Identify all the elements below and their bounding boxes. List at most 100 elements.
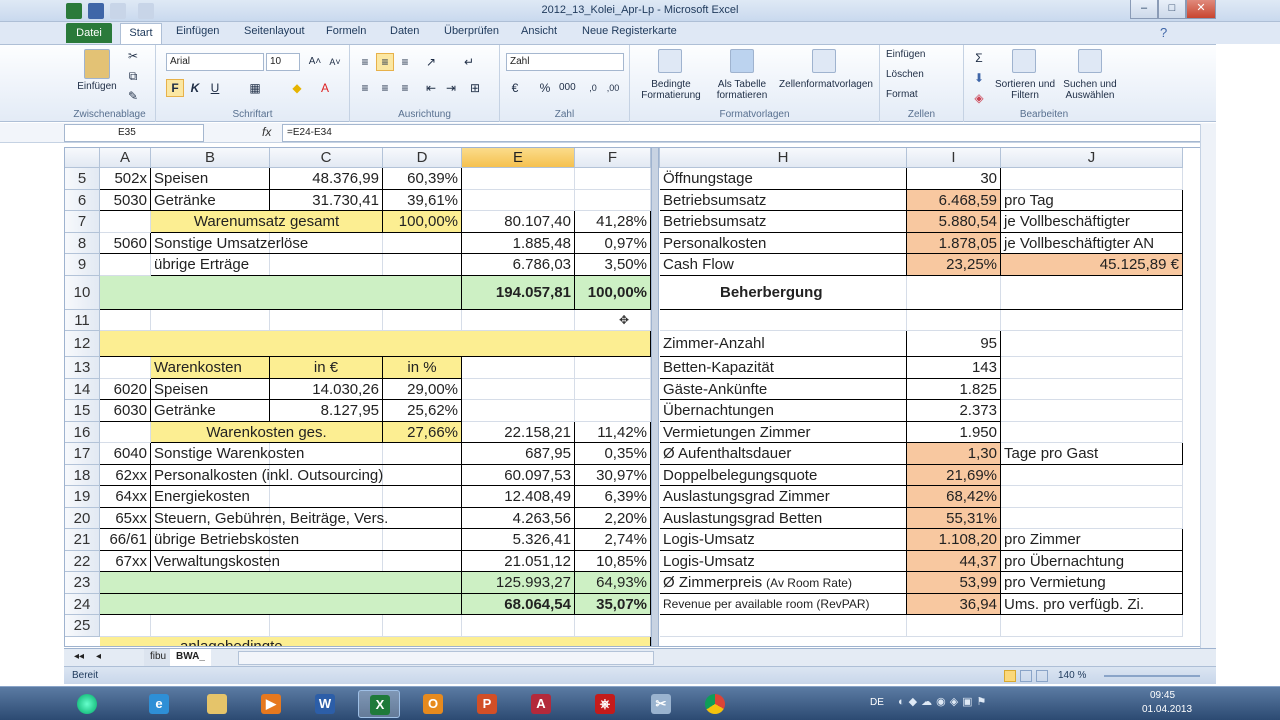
cell-i17[interactable]: 1,30 — [907, 443, 1001, 465]
grid-cell[interactable] — [100, 254, 151, 276]
align-left-icon[interactable]: ≡ — [356, 79, 374, 97]
grid-cell[interactable] — [100, 421, 151, 443]
grid-cell[interactable] — [100, 615, 151, 637]
cell-i8[interactable]: 1.878,05 — [907, 232, 1001, 254]
align-middle-icon[interactable]: ≡ — [376, 53, 394, 71]
cell-h5[interactable]: Öffnungstage — [660, 168, 907, 190]
cell-d5[interactable]: 60,39% — [383, 168, 462, 190]
grid-cell[interactable] — [100, 357, 151, 379]
cell-f20[interactable]: 2,20% — [575, 507, 651, 529]
cell-e24[interactable]: 68.064,54 — [462, 593, 575, 615]
cell-e20[interactable]: 4.263,56 — [462, 507, 575, 529]
cell-h10[interactable]: Beherbergung — [660, 275, 1183, 310]
font-name-combo[interactable]: Arial — [166, 53, 264, 71]
language-indicator[interactable]: DE — [870, 697, 884, 708]
grid-cell[interactable] — [462, 378, 575, 400]
cell-f8[interactable]: 0,97% — [575, 232, 651, 254]
grid-cell[interactable] — [462, 400, 575, 422]
horizontal-scrollbar[interactable] — [238, 651, 654, 665]
insert-cells-button[interactable]: Einfügen — [886, 49, 958, 60]
decrease-decimal-icon[interactable]: ,00 — [604, 79, 622, 97]
row-header-14[interactable]: 14 — [65, 378, 100, 400]
cell-b15[interactable]: Getränke — [151, 400, 270, 422]
row-header-17[interactable]: 17 — [65, 443, 100, 465]
fill-icon[interactable]: ⬇ — [970, 69, 988, 87]
cell-b26[interactable]: anlagebedingte — [100, 636, 651, 646]
cell-b6[interactable]: Getränke — [151, 189, 270, 211]
row-header-21[interactable]: 21 — [65, 529, 100, 551]
cell-h15[interactable]: Übernachtungen — [660, 400, 907, 422]
cell-e19[interactable]: 12.408,49 — [462, 486, 575, 508]
cell-j6[interactable]: pro Tag — [1001, 189, 1183, 211]
bold-button[interactable]: F — [166, 79, 184, 97]
cell-e7[interactable]: 80.107,40 — [462, 211, 575, 233]
grid-cell[interactable] — [575, 309, 651, 331]
cell-h17[interactable]: Ø Aufenthaltsdauer — [660, 443, 907, 465]
cell-d13[interactable]: in % — [383, 357, 462, 379]
row-header-20[interactable]: 20 — [65, 507, 100, 529]
maximize-button[interactable]: □ — [1158, 0, 1186, 19]
increase-indent-icon[interactable]: ⇥ — [442, 79, 460, 97]
cell-h24[interactable]: Revenue per available room (RevPAR) — [660, 593, 907, 615]
clock-time[interactable]: 09:45 — [1150, 690, 1175, 701]
grid-cell[interactable] — [1001, 168, 1183, 190]
cell-i20[interactable]: 55,31% — [907, 507, 1001, 529]
cell-j8[interactable]: je Vollbeschäftigter AN — [1001, 232, 1183, 254]
row-header-19[interactable]: 19 — [65, 486, 100, 508]
row-header-10[interactable]: 10 — [65, 275, 100, 310]
grid-cell[interactable] — [1001, 421, 1183, 443]
zoom-level[interactable]: 140 % — [1058, 667, 1086, 684]
cell-j21[interactable]: pro Zimmer — [1001, 529, 1183, 551]
grid-cell[interactable] — [100, 309, 151, 331]
paste-icon[interactable] — [84, 49, 110, 79]
grid-cell[interactable] — [575, 168, 651, 190]
cell-a8[interactable]: 5060 — [100, 232, 151, 254]
find-select-icon[interactable] — [1078, 49, 1102, 73]
cell-i12[interactable]: 95 — [907, 331, 1001, 357]
cell-e23[interactable]: 125.993,27 — [462, 572, 575, 594]
column-header-a[interactable]: A — [100, 148, 151, 168]
first-sheet-icon[interactable]: ◂◂ — [68, 649, 90, 666]
align-right-icon[interactable]: ≡ — [396, 79, 414, 97]
cell-h9[interactable]: Cash Flow — [660, 254, 907, 276]
cell-b5[interactable]: Speisen — [151, 168, 270, 190]
sort-filter-button[interactable]: Sortieren und Filtern — [994, 79, 1056, 101]
cell-d16[interactable]: 27,66% — [383, 421, 462, 443]
currency-icon[interactable]: € — [506, 79, 524, 97]
align-bottom-icon[interactable]: ≡ — [396, 53, 414, 71]
cell-f19[interactable]: 6,39% — [575, 486, 651, 508]
orientation-icon[interactable]: ↗ — [422, 53, 440, 71]
copy-icon[interactable]: ⧉ — [124, 67, 142, 85]
cell-e16[interactable]: 22.158,21 — [462, 421, 575, 443]
cell-i5[interactable]: 30 — [907, 168, 1001, 190]
format-as-table-button[interactable]: Als Tabelle formatieren — [710, 79, 774, 101]
snipping-tool-icon[interactable]: ✂ — [640, 690, 682, 718]
select-all-corner[interactable] — [65, 148, 100, 168]
cell-h20[interactable]: Auslastungsgrad Betten — [660, 507, 907, 529]
name-box[interactable]: E35 — [64, 124, 204, 142]
grid-cell[interactable] — [575, 378, 651, 400]
explorer-icon[interactable] — [196, 690, 238, 718]
cell-h18[interactable]: Doppelbelegungsquote — [660, 464, 907, 486]
row-header-12[interactable]: 12 — [65, 331, 100, 357]
cell-j7[interactable]: je Vollbeschäftigter — [1001, 211, 1183, 233]
cell-f24[interactable]: 35,07% — [575, 593, 651, 615]
grid-cell[interactable] — [660, 615, 907, 637]
row-header-11[interactable]: 11 — [65, 309, 100, 331]
cell-i9[interactable]: 23,25% — [907, 254, 1001, 276]
tab-data[interactable]: Daten — [390, 25, 419, 37]
grid-cell[interactable] — [462, 309, 575, 331]
row-header-15[interactable]: 15 — [65, 400, 100, 422]
cell-i14[interactable]: 1.825 — [907, 378, 1001, 400]
border-icon[interactable]: ▦ — [246, 79, 264, 97]
underline-button[interactable]: U — [206, 79, 224, 97]
cell-h23[interactable]: Ø Zimmerpreis (Av Room Rate) — [660, 572, 907, 594]
pane-splitter[interactable] — [651, 148, 659, 646]
align-top-icon[interactable]: ≡ — [356, 53, 374, 71]
cell-b22[interactable]: Verwaltungskosten — [151, 550, 462, 572]
percent-icon[interactable]: % — [536, 79, 554, 97]
zoom-slider[interactable] — [1104, 675, 1200, 677]
cell-j17[interactable]: Tage pro Gast — [1001, 443, 1183, 465]
font-size-combo[interactable]: 10 — [266, 53, 300, 71]
paste-button[interactable]: Einfügen — [72, 81, 122, 92]
